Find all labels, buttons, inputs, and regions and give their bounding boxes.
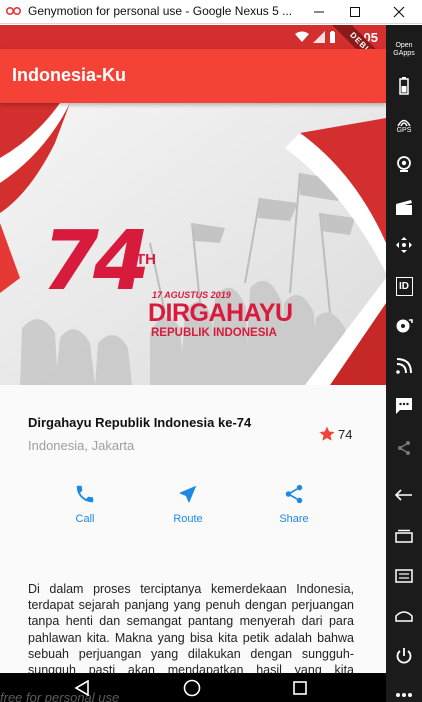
star-icon[interactable] (318, 425, 336, 443)
hero-headline: DIRGAHAYU (148, 299, 293, 327)
hero-superscript: TH (136, 251, 156, 268)
dpad-icon (396, 237, 412, 253)
share-button[interactable]: Share (254, 483, 334, 525)
phone-icon (76, 485, 94, 503)
hero-number: 74 (42, 214, 150, 309)
nav-home-button[interactable] (180, 677, 204, 699)
media-icon (396, 319, 413, 333)
open-gapps-label: Open GApps (393, 42, 415, 57)
favorite-rating[interactable]: 74 (318, 425, 352, 443)
id-label: ID (399, 280, 409, 292)
cast-icon (396, 358, 412, 374)
share-icon (285, 484, 303, 504)
camera-button[interactable] (386, 149, 422, 179)
item-title: Dirgahayu Republik Indonesia ke-74 (28, 415, 252, 430)
genymotion-logo-icon (6, 6, 22, 16)
hero-subheadline: REPUBLIK INDONESIA (151, 327, 277, 339)
battery-button[interactable] (386, 71, 422, 101)
menu-button[interactable] (386, 561, 422, 591)
gps-label: GPS (396, 126, 412, 134)
description-text: Di dalam proses terciptanya kemerdekaan … (28, 582, 354, 673)
camera-icon (397, 156, 411, 172)
window-title: Genymotion for personal use - Google Nex… (28, 4, 293, 18)
route-label: Route (173, 513, 203, 525)
video-button[interactable] (386, 193, 422, 223)
back-button[interactable] (386, 480, 422, 510)
more-button[interactable] (386, 680, 422, 702)
battery-icon (399, 77, 409, 95)
recent-apps-icon (395, 529, 413, 543)
back-icon (395, 489, 412, 501)
toolbar-share-button[interactable] (386, 433, 422, 463)
battery-icon (330, 31, 335, 43)
watermark-text: free for personal use (0, 690, 120, 702)
recent-apps-icon (293, 681, 307, 695)
share-icon (398, 441, 410, 455)
minimize-icon (314, 11, 324, 13)
video-icon (396, 200, 412, 215)
gps-icon (397, 119, 411, 126)
nav-recents-button[interactable] (288, 677, 312, 699)
dpad-button[interactable] (386, 230, 422, 260)
status-icons (295, 31, 336, 43)
sms-button[interactable] (386, 391, 422, 421)
detail-section: Dirgahayu Republik Indonesia ke-74 Indon… (0, 385, 386, 673)
sms-icon (396, 398, 412, 414)
minimize-button[interactable] (302, 0, 336, 24)
close-icon (393, 6, 405, 18)
window-title-bar: Genymotion for personal use - Google Nex… (0, 0, 422, 24)
close-button[interactable] (382, 0, 416, 24)
gps-button[interactable]: GPS (386, 111, 422, 141)
route-button[interactable]: Route (148, 483, 228, 525)
home-icon (183, 679, 201, 697)
more-icon (396, 693, 412, 697)
maximize-button[interactable] (338, 0, 372, 24)
home-icon (395, 611, 413, 622)
item-subtitle: Indonesia, Jakarta (28, 438, 135, 453)
id-icon: ID (395, 276, 413, 296)
power-icon (396, 648, 412, 664)
signal-icon (313, 31, 325, 43)
recent-apps-button[interactable] (386, 521, 422, 551)
navigation-icon (179, 485, 197, 503)
open-gapps-button[interactable]: Open GApps (386, 35, 422, 65)
call-label: Call (75, 513, 95, 525)
rating-count: 74 (338, 426, 353, 442)
share-label: Share (279, 513, 309, 525)
wifi-icon (295, 31, 309, 42)
hero-banner: 74 TH 17 AGUSTUS 2019 DIRGAHAYU REPUBLIK… (0, 103, 386, 385)
cast-button[interactable] (386, 351, 422, 381)
emulator-toolbar: Open GApps GPS ID (386, 25, 422, 702)
media-button[interactable] (386, 311, 422, 341)
status-bar: 2:05 DEBUG (0, 25, 386, 83)
call-button[interactable]: Call (45, 483, 125, 525)
phone-screen: 2:05 DEBUG Indonesia-Ku (0, 25, 386, 673)
action-row: Call Route Share (0, 483, 386, 543)
device-id-button[interactable]: ID (386, 271, 422, 301)
power-button[interactable] (386, 641, 422, 671)
maximize-icon (350, 7, 360, 17)
home-button[interactable] (386, 600, 422, 630)
app-bar: Indonesia-Ku (0, 49, 386, 103)
app-title: Indonesia-Ku (12, 65, 127, 85)
menu-icon (395, 569, 413, 583)
